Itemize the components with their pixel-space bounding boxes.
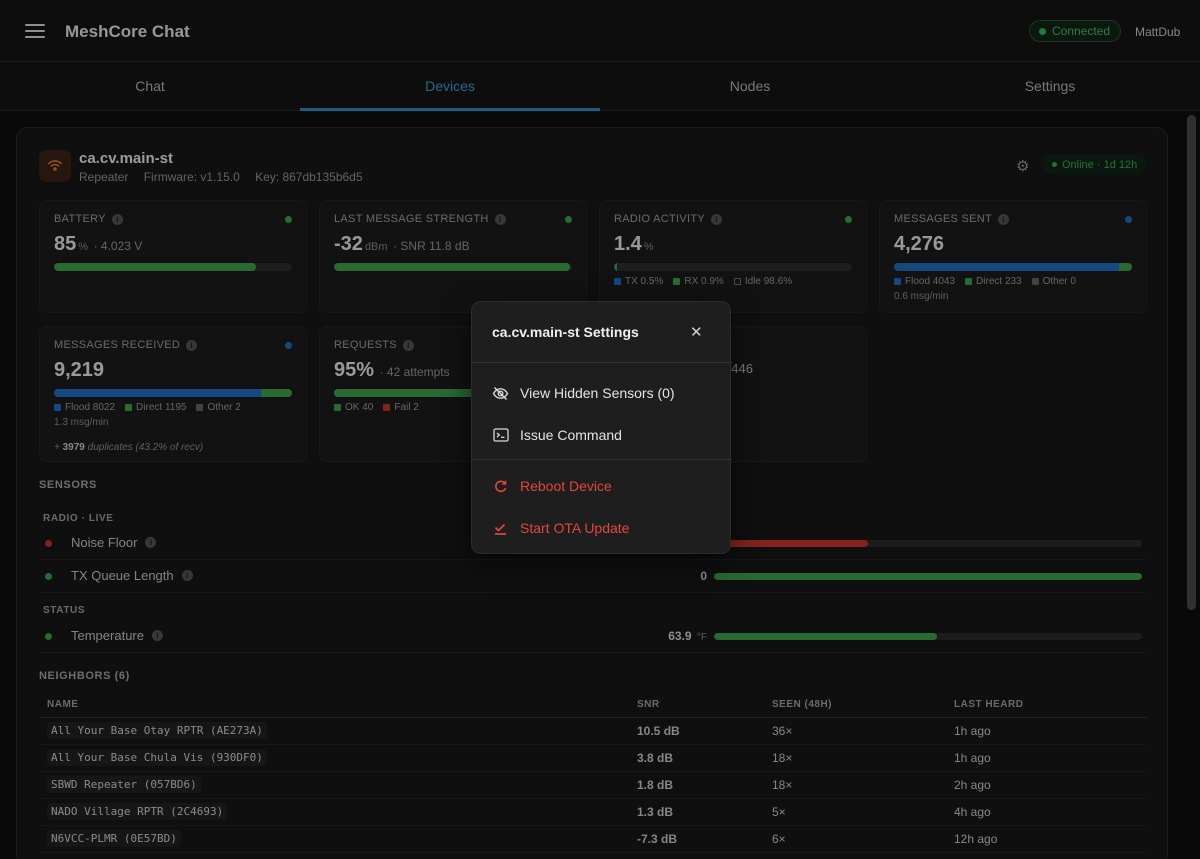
start-ota-update-button[interactable]: Start OTA Update — [472, 507, 732, 549]
divider — [472, 459, 732, 460]
view-hidden-sensors-button[interactable]: View Hidden Sensors (0) — [472, 372, 732, 414]
reboot-device-button[interactable]: Reboot Device — [472, 465, 732, 507]
eye-off-icon — [492, 385, 509, 402]
app-window: MeshCore Chat Connected MattDub Chat Dev… — [0, 0, 1200, 859]
terminal-icon — [492, 427, 509, 444]
modal-title: ca.cv.main-st Settings — [492, 324, 639, 340]
refresh-icon — [492, 478, 509, 495]
issue-command-button[interactable]: Issue Command — [472, 414, 732, 456]
menu-item-label: Issue Command — [520, 427, 622, 443]
menu-item-label: View Hidden Sensors (0) — [520, 385, 675, 401]
menu-item-label: Reboot Device — [520, 478, 612, 494]
menu-item-label: Start OTA Update — [520, 520, 630, 536]
device-settings-modal: ca.cv.main-st Settings ✕ View Hidden Sen… — [471, 301, 732, 554]
download-check-icon — [492, 520, 509, 537]
divider — [472, 362, 732, 363]
close-icon[interactable]: ✕ — [690, 323, 703, 341]
